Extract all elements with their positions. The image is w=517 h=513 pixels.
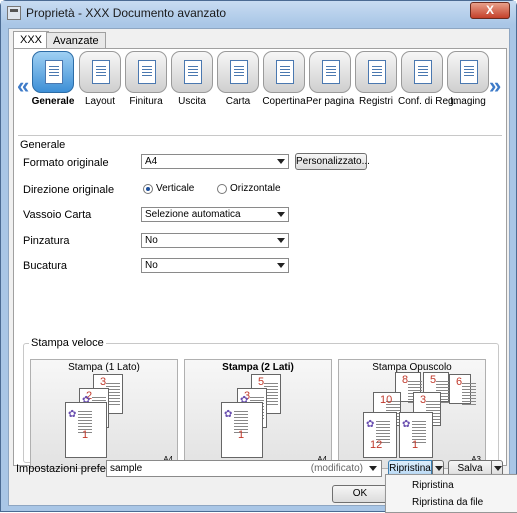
chevron-down-icon: [277, 159, 285, 164]
bucatura-select[interactable]: No: [141, 258, 289, 273]
chevron-down-icon: [277, 263, 285, 268]
flower-icon: ✿: [402, 419, 411, 430]
flower-icon: ✿: [224, 409, 233, 420]
scroll-right-icon[interactable]: »: [489, 73, 501, 99]
ripristina-dropdown-menu: Ripristina Ripristina da file: [385, 474, 517, 513]
chevron-down-icon: [277, 238, 285, 243]
properties-window: Proprietà - XXX Documento avanzato X XXX…: [0, 0, 517, 513]
preset-stampa-2-lati[interactable]: Stampa (2 Lati) 5 3✿ ✿1 A4: [184, 359, 332, 469]
radio-orizzontale[interactable]: [217, 184, 227, 194]
personalizzato-button[interactable]: Personalizzato...: [295, 153, 370, 170]
menu-item-ripristina[interactable]: Ripristina: [412, 480, 454, 491]
window-title: Proprietà - XXX Documento avanzato: [26, 6, 227, 20]
pinzatura-select[interactable]: No: [141, 233, 289, 248]
formato-originale-label: Formato originale: [23, 157, 109, 169]
preset-stampa-opuscolo[interactable]: Stampa Opuscolo 8 5 10 3 ✿12 ✿1 6 A3: [338, 359, 486, 469]
finishing-icon: [125, 51, 167, 93]
general-icon: [32, 51, 74, 93]
title-bar: Proprietà - XXX Documento avanzato X: [1, 1, 516, 25]
category-imaging[interactable]: Imaging: [444, 51, 492, 107]
dialog-client: XXX Avanzate « Generale Layout Finitura: [8, 28, 510, 506]
imaging-icon: [447, 51, 489, 93]
divider: [18, 135, 502, 136]
printer-icon: [7, 6, 21, 20]
formato-originale-select[interactable]: A4: [141, 154, 289, 169]
registers-icon: [355, 51, 397, 93]
category-conf-reg[interactable]: Conf. di Reg.: [398, 51, 456, 107]
vassoio-carta-label: Vassoio Carta: [23, 209, 92, 221]
radio-verticale[interactable]: [143, 184, 153, 194]
preset-stampa-1-lato[interactable]: Stampa (1 Lato) 3 2✿ ✿1 A4: [30, 359, 178, 469]
direzione-originale-label: Direzione originale: [23, 184, 115, 196]
stampa-veloce-title: Stampa veloce: [29, 337, 106, 349]
layout-icon: [79, 51, 121, 93]
vassoio-carta-select[interactable]: Selezione automatica: [141, 207, 289, 222]
category-copertina[interactable]: Copertina: [260, 51, 308, 107]
output-icon: [171, 51, 213, 93]
radio-orizzontale-label: Orizzontale: [230, 183, 281, 194]
category-generale[interactable]: Generale: [29, 51, 77, 107]
register-config-icon: [401, 51, 443, 93]
flower-icon: ✿: [68, 409, 77, 420]
category-finitura[interactable]: Finitura: [122, 51, 170, 107]
radio-verticale-label: Verticale: [156, 183, 195, 194]
per-page-icon: [309, 51, 351, 93]
chevron-down-icon: [277, 212, 285, 217]
flower-icon: ✿: [366, 419, 375, 430]
menu-item-ripristina-da-file[interactable]: Ripristina da file: [412, 497, 483, 508]
paper-icon: [217, 51, 259, 93]
close-button[interactable]: X: [470, 2, 510, 19]
category-layout[interactable]: Layout: [76, 51, 124, 107]
section-title-generale: Generale: [20, 139, 66, 151]
bucatura-label: Bucatura: [23, 260, 68, 272]
impostazioni-preferite-select[interactable]: sample (modificato): [106, 460, 382, 477]
category-registri[interactable]: Registri: [352, 51, 400, 107]
tab-page: « Generale Layout Finitura Uscita Carta …: [13, 48, 507, 469]
category-carta[interactable]: Carta: [214, 51, 262, 107]
category-icon-bar: « Generale Layout Finitura Uscita Carta …: [14, 49, 506, 135]
pinzatura-label: Pinzatura: [23, 235, 70, 247]
cover-icon: [263, 51, 305, 93]
chevron-down-icon: [369, 466, 377, 471]
category-per-pagina[interactable]: Per pagina: [306, 51, 354, 107]
modificato-status: (modificato): [310, 463, 363, 474]
category-uscita[interactable]: Uscita: [168, 51, 216, 107]
scroll-left-icon[interactable]: «: [17, 73, 29, 99]
ok-button[interactable]: OK: [332, 485, 388, 503]
